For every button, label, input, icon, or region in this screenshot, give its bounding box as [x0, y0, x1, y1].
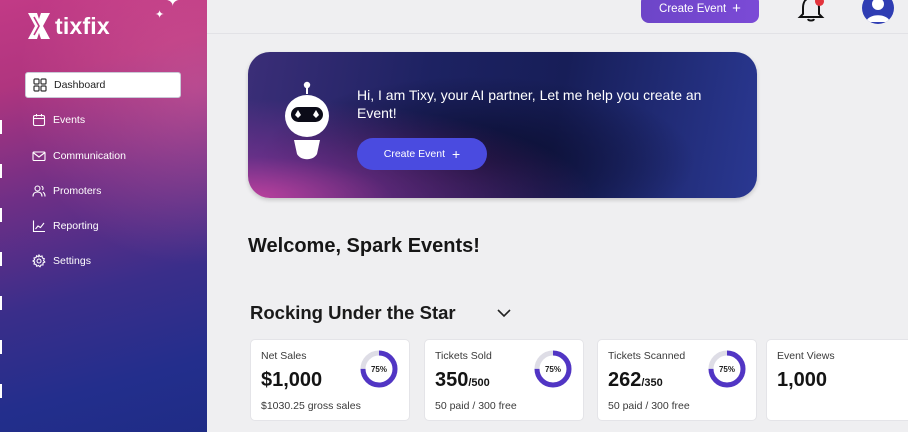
stat-label: Event Views — [777, 350, 835, 362]
svg-text:75%: 75% — [545, 365, 561, 374]
create-event-button[interactable]: Create Event + — [641, 0, 759, 23]
sidebar-nav: Dashboard Events Communication Promoters… — [25, 72, 181, 284]
sidebar-item-events[interactable]: Events — [25, 107, 181, 133]
sidebar-item-reporting[interactable]: Reporting — [25, 213, 181, 239]
brand-name: tixfix — [55, 12, 110, 39]
sidebar-item-label: Events — [53, 114, 86, 127]
grid-icon — [33, 78, 47, 92]
sidebar-item-label: Reporting — [53, 220, 99, 233]
progress-ring: 75% — [708, 350, 746, 388]
sidebar-item-promoters[interactable]: Promoters — [25, 178, 181, 204]
stat-subtext: 50 paid / 300 free — [435, 400, 517, 412]
stat-subtext: 50 paid / 300 free — [608, 400, 690, 412]
sidebar: tixfix ✦ ✦ Dashboard Events Communicatio… — [0, 0, 207, 432]
create-event-label: Create Event — [659, 2, 727, 15]
stat-card-tickets-scanned: Tickets Scanned 262/350 50 paid / 300 fr… — [597, 339, 757, 421]
brand-logo[interactable]: tixfix — [26, 10, 110, 42]
stat-value: 262/350 — [608, 369, 663, 391]
stat-value: 1,000 — [777, 369, 828, 391]
plus-icon: + — [732, 0, 741, 17]
svg-text:75%: 75% — [371, 365, 387, 374]
sidebar-item-label: Settings — [53, 255, 91, 268]
progress-ring: 75% — [360, 350, 398, 388]
hero-create-event-button[interactable]: Create Event + — [357, 138, 487, 170]
assistant-message: Hi, I am Tixy, your AI partner, Let me h… — [357, 87, 702, 121]
users-icon — [32, 185, 46, 197]
stat-label: Tickets Sold — [435, 350, 492, 362]
plus-icon: + — [452, 146, 461, 162]
window-edge-marks — [0, 120, 3, 420]
stat-label: Net Sales — [261, 350, 307, 362]
chevron-down-icon[interactable] — [496, 306, 512, 320]
sidebar-item-label: Dashboard — [54, 79, 106, 91]
mail-icon — [32, 151, 46, 161]
sidebar-item-dashboard[interactable]: Dashboard — [25, 72, 181, 98]
gear-icon — [32, 254, 46, 269]
sidebar-item-label: Communication — [53, 149, 126, 162]
welcome-heading: Welcome, Spark Events! — [248, 235, 480, 257]
hero-create-event-label: Create Event — [383, 148, 446, 160]
stat-subtext: $1030.25 gross sales — [261, 400, 361, 412]
stat-label: Tickets Scanned — [608, 350, 686, 362]
svg-text:75%: 75% — [719, 365, 735, 374]
sidebar-item-label: Promoters — [53, 184, 102, 197]
tixfix-logo-icon — [28, 13, 50, 39]
sparkle-icon: ✦ — [155, 9, 165, 21]
chart-icon — [32, 220, 45, 233]
sparkle-icon: ✦ — [166, 0, 180, 10]
calendar-icon — [32, 114, 46, 127]
stat-value: 350/500 — [435, 369, 490, 391]
progress-ring: 75% — [534, 350, 572, 388]
sidebar-item-settings[interactable]: Settings — [25, 248, 181, 274]
sidebar-item-communication[interactable]: Communication — [25, 143, 181, 169]
stat-value: $1,000 — [261, 369, 323, 391]
stat-card-event-views: Event Views 1,000 — [766, 339, 908, 421]
robot-assistant-icon — [285, 81, 329, 160]
stat-card-tickets-sold: Tickets Sold 350/500 50 paid / 300 free … — [424, 339, 584, 421]
event-selector-title[interactable]: Rocking Under the Star — [250, 302, 456, 324]
stat-card-net-sales: Net Sales $1,000 $1030.25 gross sales 75… — [250, 339, 410, 421]
